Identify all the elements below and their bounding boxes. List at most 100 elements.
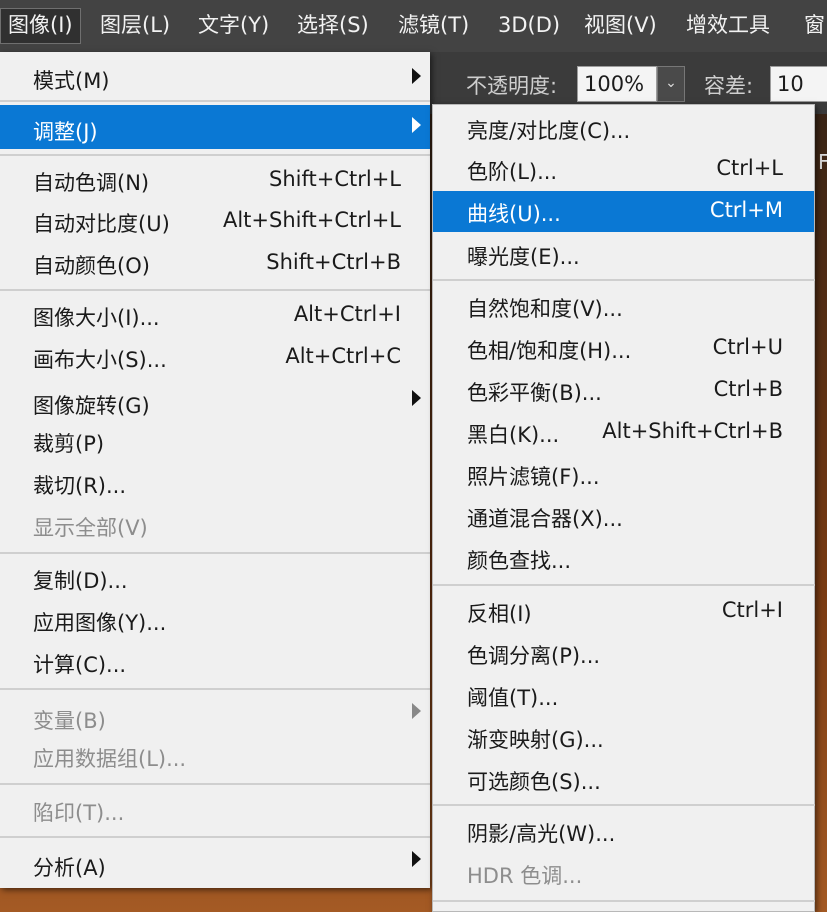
menu-item-color-lookup[interactable]: 颜色查找... — [433, 539, 814, 579]
menu-item-label: 色相/饱和度(H)... — [467, 339, 632, 363]
menu-separator — [433, 584, 815, 586]
menu-item-auto-color[interactable]: 自动颜色(O) Shift+Ctrl+B — [0, 245, 430, 285]
menu-item-label: 曝光度(E)... — [467, 245, 580, 269]
menu-item-auto-tone[interactable]: 自动色调(N) Shift+Ctrl+L — [0, 162, 430, 202]
menu-item-auto-contrast[interactable]: 自动对比度(U) Alt+Shift+Ctrl+L — [0, 203, 430, 243]
menu-item-selective-color[interactable]: 可选颜色(S)... — [433, 760, 814, 800]
menubar-plugins[interactable]: 增效工具 — [678, 8, 778, 44]
menu-item-label: 自动色调(N) — [33, 171, 150, 195]
menu-item-label: 自动颜色(O) — [33, 254, 150, 278]
menu-item-shortcut: Shift+Ctrl+L — [269, 167, 401, 191]
menu-item-hue-saturation[interactable]: 色相/饱和度(H)... Ctrl+U — [433, 329, 814, 369]
menu-separator — [0, 289, 430, 291]
menubar-layer[interactable]: 图层(L) — [92, 8, 178, 44]
menu-item-label: 裁剪(P) — [33, 432, 105, 456]
menu-item-image-rotation[interactable]: 图像旋转(G) — [0, 385, 430, 425]
menu-item-trim[interactable]: 裁切(R)... — [0, 465, 430, 505]
menu-item-curves[interactable]: 曲线(U)... Ctrl+M — [433, 191, 814, 232]
menu-item-label: 自然饱和度(V)... — [467, 297, 623, 321]
menu-item-label: 分析(A) — [33, 856, 106, 880]
menu-item-levels[interactable]: 色阶(L)... Ctrl+L — [433, 150, 814, 190]
menu-item-label: 裁切(R)... — [33, 474, 127, 498]
menu-item-shortcut: Ctrl+L — [716, 156, 783, 180]
menu-item-variables[interactable]: 变量(B) — [0, 700, 430, 740]
menu-separator — [0, 552, 430, 554]
menubar-view[interactable]: 视图(V) — [576, 8, 665, 44]
menu-item-shortcut: Ctrl+M — [709, 198, 783, 222]
menu-item-mode[interactable]: 模式(M) — [0, 58, 430, 98]
tolerance-input[interactable]: 10 — [770, 66, 827, 102]
menu-item-adjustments[interactable]: 调整(J) — [0, 105, 430, 149]
menubar-image[interactable]: 图像(I) — [0, 8, 81, 44]
menu-item-label: 图像旋转(G) — [33, 394, 150, 418]
menu-item-posterize[interactable]: 色调分离(P)... — [433, 634, 814, 674]
menu-item-gradient-map[interactable]: 渐变映射(G)... — [433, 718, 814, 758]
panel-fragment: F — [818, 150, 827, 174]
menu-item-label: 通道混合器(X)... — [467, 507, 623, 531]
menu-item-label: 色彩平衡(B)... — [467, 381, 602, 405]
submenu-arrow-icon — [412, 117, 421, 133]
menu-item-apply-image[interactable]: 应用图像(Y)... — [0, 602, 430, 642]
menu-item-shortcut: Alt+Ctrl+I — [293, 302, 401, 326]
menu-item-shortcut: Alt+Ctrl+C — [285, 344, 401, 368]
menu-item-label: HDR 色调... — [467, 864, 583, 888]
menu-item-vibrance[interactable]: 自然饱和度(V)... — [433, 287, 814, 327]
menubar-window[interactable]: 窗 — [796, 8, 827, 44]
opacity-label: 不透明度: — [466, 74, 558, 98]
menu-separator — [0, 154, 430, 156]
menu-item-calculations[interactable]: 计算(C)... — [0, 644, 430, 684]
menu-separator — [0, 836, 430, 838]
menu-item-analysis[interactable]: 分析(A) — [0, 847, 430, 887]
menu-separator — [433, 804, 815, 806]
menu-separator — [0, 100, 430, 102]
menu-item-image-size[interactable]: 图像大小(I)... Alt+Ctrl+I — [0, 297, 430, 337]
menu-separator — [433, 900, 815, 902]
menu-item-brightness-contrast[interactable]: 亮度/对比度(C)... — [433, 109, 814, 149]
menu-item-black-white[interactable]: 黑白(K)... Alt+Shift+Ctrl+B — [433, 413, 814, 453]
menu-item-trap[interactable]: 陷印(T)... — [0, 792, 430, 832]
adjustments-submenu: 亮度/对比度(C)... 色阶(L)... Ctrl+L 曲线(U)... Ct… — [432, 104, 815, 912]
menu-item-label: 计算(C)... — [33, 653, 127, 677]
opacity-dropdown[interactable]: ⌄ — [657, 66, 685, 102]
menubar-3d[interactable]: 3D(D) — [490, 8, 568, 44]
menu-item-shortcut: Ctrl+I — [721, 598, 783, 622]
menu-item-channel-mixer[interactable]: 通道混合器(X)... — [433, 497, 814, 537]
menu-item-crop[interactable]: 裁剪(P) — [0, 423, 430, 463]
menu-item-label: 可选颜色(S)... — [467, 770, 601, 794]
menu-item-label: 阴影/高光(W)... — [467, 822, 616, 846]
menu-item-label: 自动对比度(U) — [33, 212, 170, 236]
menu-item-shortcut: Alt+Shift+Ctrl+L — [222, 208, 401, 232]
submenu-arrow-icon — [412, 390, 421, 406]
menu-item-label: 调整(J) — [33, 120, 98, 144]
menu-item-label: 亮度/对比度(C)... — [467, 119, 631, 143]
menu-item-threshold[interactable]: 阈值(T)... — [433, 676, 814, 716]
menu-separator — [0, 688, 430, 690]
menu-item-label: 反相(I) — [467, 602, 532, 626]
menu-item-apply-data-set[interactable]: 应用数据组(L)... — [0, 738, 430, 778]
submenu-arrow-icon — [412, 851, 421, 867]
menu-item-reveal-all[interactable]: 显示全部(V) — [0, 507, 430, 547]
menu-item-label: 模式(M) — [33, 69, 110, 93]
menu-item-color-balance[interactable]: 色彩平衡(B)... Ctrl+B — [433, 371, 814, 411]
menu-item-label: 变量(B) — [33, 709, 106, 733]
menu-item-shortcut: Ctrl+U — [712, 335, 783, 359]
menu-item-shadows-highlights[interactable]: 阴影/高光(W)... — [433, 812, 814, 852]
menu-item-label: 色调分离(P)... — [467, 644, 601, 668]
menu-item-shortcut: Ctrl+B — [713, 377, 783, 401]
menu-item-photo-filter[interactable]: 照片滤镜(F)... — [433, 455, 814, 495]
menu-item-invert[interactable]: 反相(I) Ctrl+I — [433, 592, 814, 632]
opacity-input[interactable]: 100% — [577, 66, 657, 102]
menubar-type[interactable]: 文字(Y) — [190, 8, 277, 44]
menubar-select[interactable]: 选择(S) — [289, 8, 377, 44]
menubar-filter[interactable]: 滤镜(T) — [390, 8, 477, 44]
menubar: 图像(I) 图层(L) 文字(Y) 选择(S) 滤镜(T) 3D(D) 视图(V… — [0, 0, 827, 52]
menu-item-label: 颜色查找... — [467, 549, 572, 573]
menu-item-label: 图像大小(I)... — [33, 306, 160, 330]
menu-item-hdr-toning[interactable]: HDR 色调... — [433, 854, 814, 894]
menu-item-exposure[interactable]: 曝光度(E)... — [433, 235, 814, 275]
tolerance-label: 容差: — [704, 74, 754, 98]
menu-item-duplicate[interactable]: 复制(D)... — [0, 560, 430, 600]
menu-item-canvas-size[interactable]: 画布大小(S)... Alt+Ctrl+C — [0, 339, 430, 379]
menu-item-label: 黑白(K)... — [467, 423, 560, 447]
menu-item-label: 显示全部(V) — [33, 516, 148, 540]
